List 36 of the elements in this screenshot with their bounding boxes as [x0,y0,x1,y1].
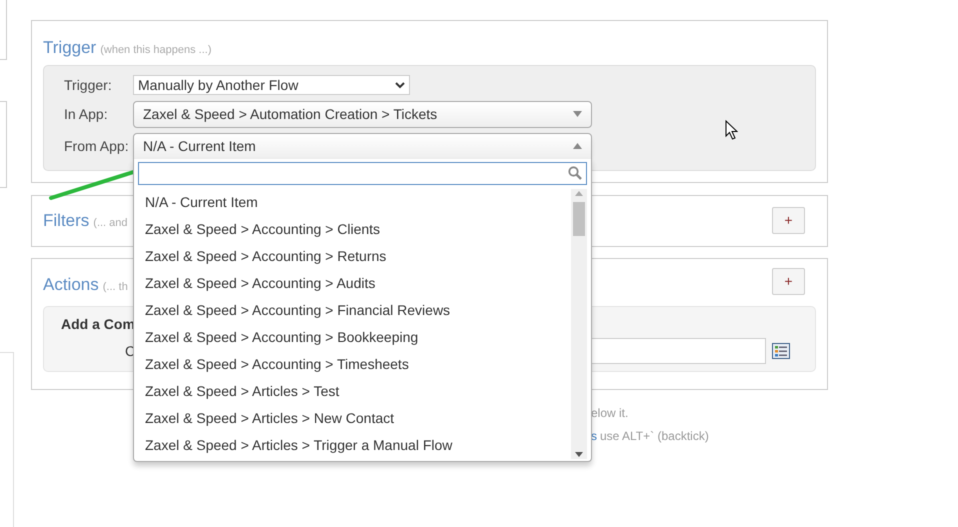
dropdown-option[interactable]: Zaxel & Speed > Accounting > Financial Reviews [134,296,571,324]
chevron-down-icon [395,82,405,88]
list-icon [772,343,790,359]
scroll-up-icon[interactable] [575,190,583,196]
search-icon [568,166,582,180]
section-subtitle: (... th [102,280,128,294]
scrollbar-thumb[interactable] [573,202,585,236]
trigger-select[interactable]: Manually by Another Flow [133,75,410,95]
section-subtitle: (... and [93,216,128,231]
search-field[interactable] [138,162,587,184]
section-subtitle: (when this happens ...) [100,43,212,58]
dropdown-option[interactable]: Zaxel & Speed > Articles > Test [134,378,571,404]
caret-up-icon [573,143,582,149]
caret-down-icon [573,111,582,117]
dropdown-option[interactable]: Zaxel & Speed > Accounting > Bookkeeping [134,324,571,350]
help-text: use ALT+` (backtick) [600,428,709,445]
section-title: Filters [43,210,90,232]
dropdown-option[interactable]: Zaxel & Speed > Articles > New Contact [134,404,571,432]
dropdown-option[interactable]: Zaxel & Speed > Accounting > Clients [134,216,571,242]
dropdown-option[interactable]: Zaxel & Speed > Articles > Trigger a Manual Flow [134,432,571,458]
add-button[interactable]: + [772,268,805,296]
field-label: In App: [64,104,109,124]
field-label: Trigger: [64,76,113,95]
dropdown-option[interactable]: Zaxel & Speed > Accounting > Timesheets [134,350,571,378]
section-title: Trigger [43,37,96,59]
scroll-down-icon[interactable] [575,452,583,456]
app-combobox[interactable]: N/A - Current Item [133,132,592,160]
add-button[interactable]: + [772,207,805,234]
app-combobox[interactable]: Zaxel & Speed > Automation Creation > Tickets [133,100,592,128]
mouse-cursor-icon [725,120,738,140]
section-title: Actions [43,274,99,296]
help-text: elow it. [591,405,630,422]
dropdown-option[interactable]: N/A - Current Item [134,188,571,216]
dropdown-option[interactable]: Zaxel & Speed > Accounting > Returns [134,242,571,270]
dropdown-option[interactable]: Zaxel & Speed > Accounting > Audits [134,270,571,296]
field-label: From App: [64,136,130,156]
